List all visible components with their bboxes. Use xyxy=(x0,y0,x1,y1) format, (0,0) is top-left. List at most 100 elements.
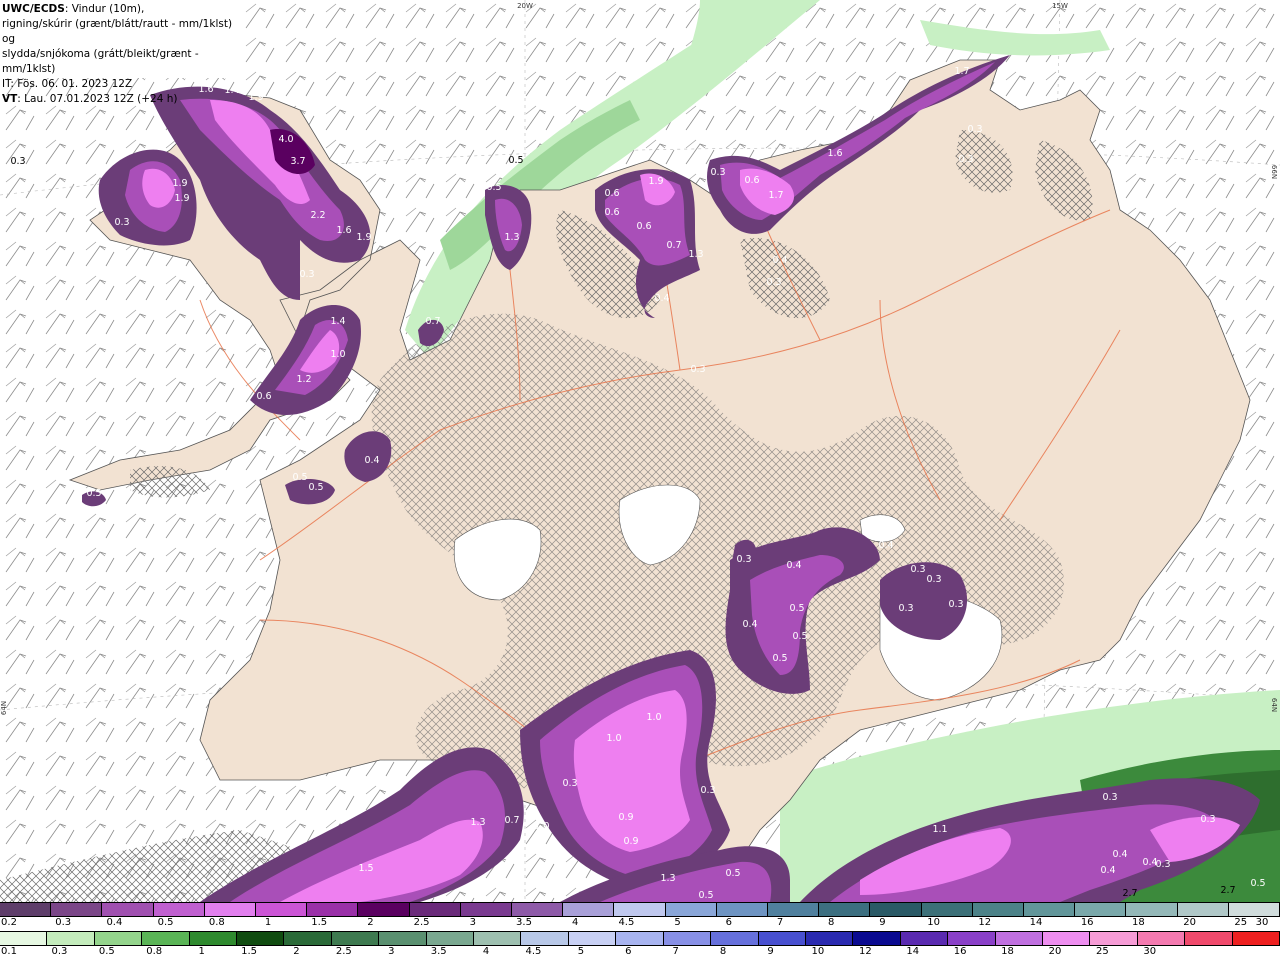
precip-value-label: 1.6 xyxy=(827,148,842,159)
legend-snow-label: 1.5 xyxy=(311,917,328,928)
precip-value-label: 1.0 xyxy=(606,733,621,744)
precip-value-label: 0.4 xyxy=(742,619,757,630)
precip-value-label: 1.3 xyxy=(688,249,703,260)
weather-map: 20W 15W 66N 64N 64N 0.3 1.6 1.4 1.9 4.0 3.7 1.… xyxy=(0,0,1280,903)
legend-snow-label: 30 xyxy=(1255,917,1269,928)
legend-snow-swatch xyxy=(1075,903,1127,916)
legend-snow-swatch xyxy=(870,903,922,916)
legend-rain-label: 1 xyxy=(198,946,205,957)
precip-value-label: 1.3 xyxy=(504,232,519,243)
precip-value-label: 0.3 xyxy=(114,217,129,228)
legend-rain-swatch xyxy=(663,932,712,945)
legend-snow-swatch xyxy=(307,903,359,916)
legend-snow-swatch xyxy=(512,903,564,916)
precip-value-label: 1.7 xyxy=(954,66,969,77)
legend-rain-swatch xyxy=(805,932,854,945)
legend-rain-swatch xyxy=(94,932,143,945)
legend-snow-swatch xyxy=(563,903,615,916)
legend-rain-swatch xyxy=(189,932,238,945)
precip-value-label: 0.6 xyxy=(744,175,759,186)
legend-snow-label: 16 xyxy=(1080,917,1094,928)
legend-rain-swatch xyxy=(142,932,190,945)
legend-snow-label: 0.5 xyxy=(157,917,174,928)
precip-value-label: 0.3 xyxy=(562,778,577,789)
legend-snow-swatch xyxy=(358,903,410,916)
precip-value-label: 0.4 xyxy=(786,560,801,571)
precip-value-label: 1.2 xyxy=(296,374,311,385)
legend-snow-swatch xyxy=(153,903,205,916)
precip-value-label: 4.0 xyxy=(278,134,293,145)
precip-value-label: 0.3 xyxy=(710,167,725,178)
precip-value-label: 1.1 xyxy=(932,824,947,835)
legend-snow-swatch xyxy=(1024,903,1076,916)
precip-value-label: 0.6 xyxy=(256,391,271,402)
legend-rain-label: 25 xyxy=(1095,946,1109,957)
lat-label-64n-right: 64N xyxy=(1270,698,1278,712)
legend-rain-cells xyxy=(0,931,1280,946)
legend-rain-label: 3 xyxy=(388,946,395,957)
precip-value-label: 0.4 xyxy=(654,293,669,304)
precip-value-label: 0.4 xyxy=(1112,849,1127,860)
precip-value-label: 0.7 xyxy=(425,316,440,327)
precip-value-label: 0.5 xyxy=(1250,878,1265,889)
legend-rain-label: 0.1 xyxy=(1,946,17,957)
legend-rain-swatch xyxy=(900,932,949,945)
legend-rain-swatch xyxy=(284,932,332,945)
precip-value-label: 0.7 xyxy=(666,240,681,251)
precip-value-label: 1.3 xyxy=(660,873,675,884)
legend-rain-swatch xyxy=(47,932,95,945)
precip-value-label: 0.5 xyxy=(725,868,740,879)
legend-snow: 0.2 0.3 0.4 0.5 0.8 1 1.5 2 2.5 3 3.5 4 4.5 5 6 7 8 9 10 12… xyxy=(0,902,1280,931)
legend-rain-label: 20 xyxy=(1048,946,1062,957)
legend-rain-swatch xyxy=(521,932,569,945)
precip-value-label: 1.0 xyxy=(330,349,345,360)
precip-value-label: 0.6 xyxy=(604,188,619,199)
precip-value-label: 0.6 xyxy=(636,221,651,232)
legend-rain-swatch xyxy=(237,932,285,945)
legend-snow-label: 14 xyxy=(1029,917,1043,928)
info-line-1: UWC/ECDS: Vindur (10m), xyxy=(2,2,240,17)
info-line-4: IT: Fös. 06. 01. 2023 12Z xyxy=(2,78,133,90)
precip-value-label: 2.2 xyxy=(310,210,325,221)
precip-value-label: 0.7 xyxy=(504,815,519,826)
legend-snow-labels: 0.2 0.3 0.4 0.5 0.8 1 1.5 2 2.5 3 3.5 4 4.5 5 6 7 8 9 10 12… xyxy=(0,917,1280,931)
legend-rain-label: 2.5 xyxy=(335,946,352,957)
legend-rain-label: 30 xyxy=(1143,946,1157,957)
precip-value-label: 0.4 xyxy=(364,455,379,466)
legend-rain-swatch xyxy=(1232,932,1280,945)
legend-rain-swatch xyxy=(1042,932,1091,945)
legend-rain-label: 4 xyxy=(482,946,490,957)
precip-value-label: 0.5 xyxy=(792,631,807,642)
precip-value-label: 0.3 xyxy=(967,124,982,135)
precip-value-label: 0.3 xyxy=(299,269,314,280)
legend-snow-cells xyxy=(0,902,1280,917)
precip-value-label: 0.5 xyxy=(508,155,523,166)
legend-snow-label: 2 xyxy=(367,917,374,928)
legend-snow-swatch xyxy=(716,903,769,916)
legend-snow-swatch xyxy=(972,903,1025,916)
info-line-3: slydda/snjókoma (grátt/bleikt/grænt - mm… xyxy=(2,48,199,75)
precip-value-label: 0.3 xyxy=(958,154,973,165)
legend-rain-swatch xyxy=(758,932,806,945)
precip-value-label: 0.5 xyxy=(292,472,307,483)
lon-label-15w: 15W xyxy=(1052,2,1068,10)
precip-value-label: 0.9 xyxy=(618,812,633,823)
product-name: UWC/ECDS xyxy=(2,3,65,15)
legend-snow-label: 3.5 xyxy=(516,917,532,928)
legend-rain-swatch xyxy=(853,932,901,945)
legend-snow-swatch xyxy=(1126,903,1178,916)
map-info-panel: UWC/ECDS: Vindur (10m), rigning/skúrir (… xyxy=(0,0,240,105)
lat-label-64n-left: 64N xyxy=(0,701,8,715)
legend-rain-labels: 0.1 0.3 0.5 0.8 1 1.5 2 2.5 3 3.5 4 4.5 5 6 7 8 9 10 12 14 1… xyxy=(0,946,1280,960)
legend-rain-label: 4.5 xyxy=(525,946,542,957)
legend-snow-label: 25 xyxy=(1234,917,1248,928)
legend-rain-swatch xyxy=(0,932,48,945)
precip-value-label: 0.3 xyxy=(10,156,25,167)
valid-time-prefix: VT xyxy=(2,93,18,105)
legend-rain-swatch xyxy=(426,932,475,945)
legend-snow-label: 0.4 xyxy=(106,917,123,928)
precip-value-label: 0.3 xyxy=(1155,859,1170,870)
precip-value-label: 0.3 xyxy=(700,785,715,796)
precip-value-label: 0.3 xyxy=(1200,814,1215,825)
precip-value-label: 0.4 xyxy=(1100,865,1115,876)
